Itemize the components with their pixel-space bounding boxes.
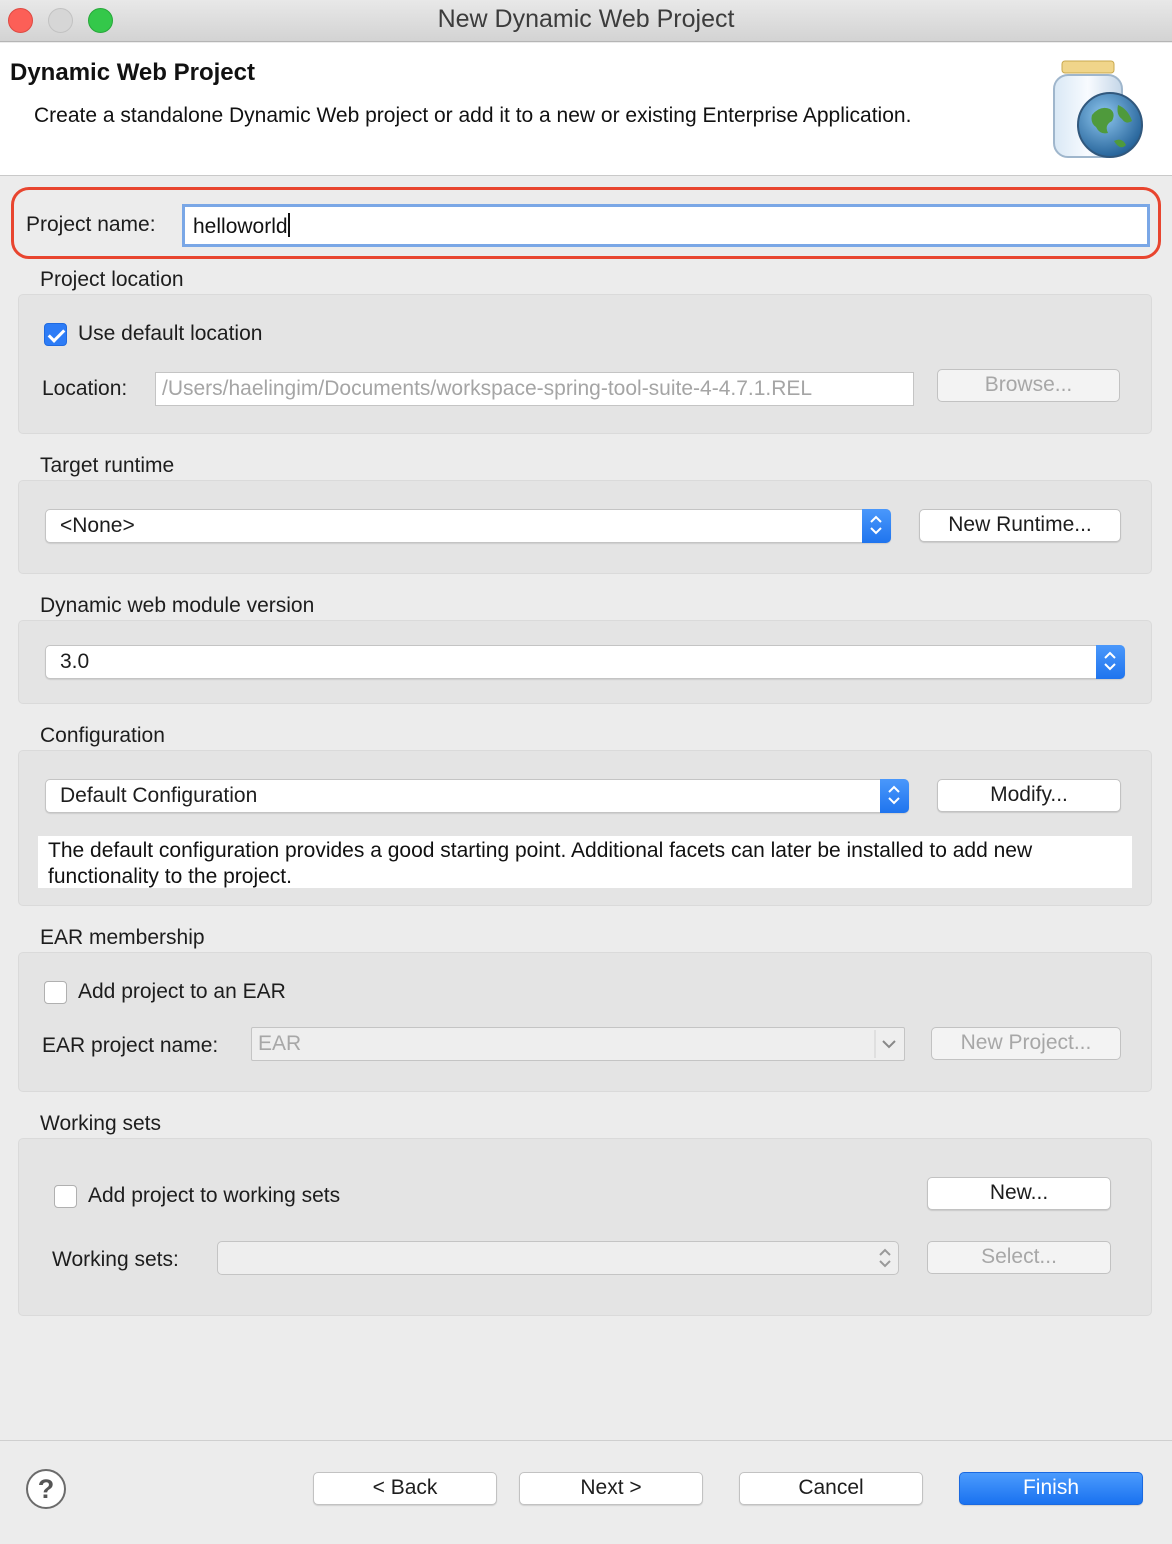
- window-title: New Dynamic Web Project: [437, 5, 735, 33]
- project-name-input[interactable]: helloworld: [182, 204, 1150, 247]
- stepper-arrows-icon: [880, 779, 909, 813]
- stepper-arrows-icon: [862, 509, 891, 543]
- add-to-ear-label: Add project to an EAR: [78, 980, 286, 1003]
- select-working-sets-button[interactable]: Select...: [927, 1241, 1111, 1274]
- next-button[interactable]: Next >: [519, 1472, 703, 1505]
- page-description: Create a standalone Dynamic Web project …: [34, 104, 912, 127]
- web-project-jar-globe-icon: [1053, 60, 1143, 158]
- working-sets-group-label: Working sets: [40, 1112, 161, 1135]
- working-sets-select[interactable]: [217, 1241, 899, 1275]
- location-label: Location:: [42, 377, 128, 400]
- configuration-group-label: Configuration: [40, 724, 165, 747]
- module-version-select[interactable]: 3.0: [45, 645, 1125, 679]
- add-to-working-sets-checkbox[interactable]: [54, 1185, 77, 1208]
- stepper-arrows-icon: [1096, 645, 1125, 679]
- chevron-down-icon: [874, 1030, 896, 1058]
- configuration-value: Default Configuration: [60, 784, 258, 807]
- title-bar: New Dynamic Web Project: [0, 0, 1172, 42]
- project-location-group-label: Project location: [40, 268, 184, 291]
- target-runtime-select[interactable]: <None>: [45, 509, 891, 543]
- project-name-value: helloworld: [193, 215, 288, 238]
- working-sets-label: Working sets:: [52, 1248, 179, 1271]
- add-to-working-sets-label: Add project to working sets: [88, 1184, 341, 1207]
- modify-button[interactable]: Modify...: [937, 779, 1121, 812]
- ear-membership-group-label: EAR membership: [40, 926, 205, 949]
- module-version-value: 3.0: [60, 650, 90, 673]
- configuration-description: The default configuration provides a goo…: [38, 836, 1132, 888]
- project-location-group: [18, 294, 1152, 434]
- target-runtime-group-label: Target runtime: [40, 454, 175, 477]
- ear-project-name-label: EAR project name:: [42, 1034, 219, 1057]
- ear-project-name-value: EAR: [258, 1032, 302, 1055]
- ear-membership-group: [18, 952, 1152, 1092]
- finish-button[interactable]: Finish: [959, 1472, 1143, 1505]
- target-runtime-value: <None>: [60, 514, 135, 537]
- new-runtime-button[interactable]: New Runtime...: [919, 509, 1121, 542]
- configuration-select[interactable]: Default Configuration: [45, 779, 909, 813]
- back-button[interactable]: < Back: [313, 1472, 497, 1505]
- text-caret: [287, 213, 290, 237]
- new-ear-project-button[interactable]: New Project...: [931, 1027, 1121, 1060]
- location-field[interactable]: /Users/haelingim/Documents/workspace-spr…: [155, 372, 914, 406]
- use-default-location-label: Use default location: [78, 322, 263, 345]
- help-icon[interactable]: ?: [26, 1469, 66, 1509]
- page-title: Dynamic Web Project: [10, 59, 255, 86]
- browse-button[interactable]: Browse...: [937, 369, 1120, 402]
- cancel-button[interactable]: Cancel: [739, 1472, 923, 1505]
- wizard-header: Dynamic Web Project Create a standalone …: [0, 43, 1172, 176]
- ear-project-name-combo[interactable]: EAR: [251, 1027, 905, 1061]
- module-version-group-label: Dynamic web module version: [40, 594, 315, 617]
- add-to-ear-checkbox[interactable]: [44, 981, 67, 1004]
- project-name-label: Project name:: [26, 213, 156, 236]
- stepper-arrows-icon: [879, 1248, 891, 1268]
- working-sets-group: [18, 1138, 1152, 1316]
- footer-separator: [0, 1440, 1172, 1441]
- new-working-set-button[interactable]: New...: [927, 1177, 1111, 1210]
- use-default-location-checkbox[interactable]: [44, 323, 67, 346]
